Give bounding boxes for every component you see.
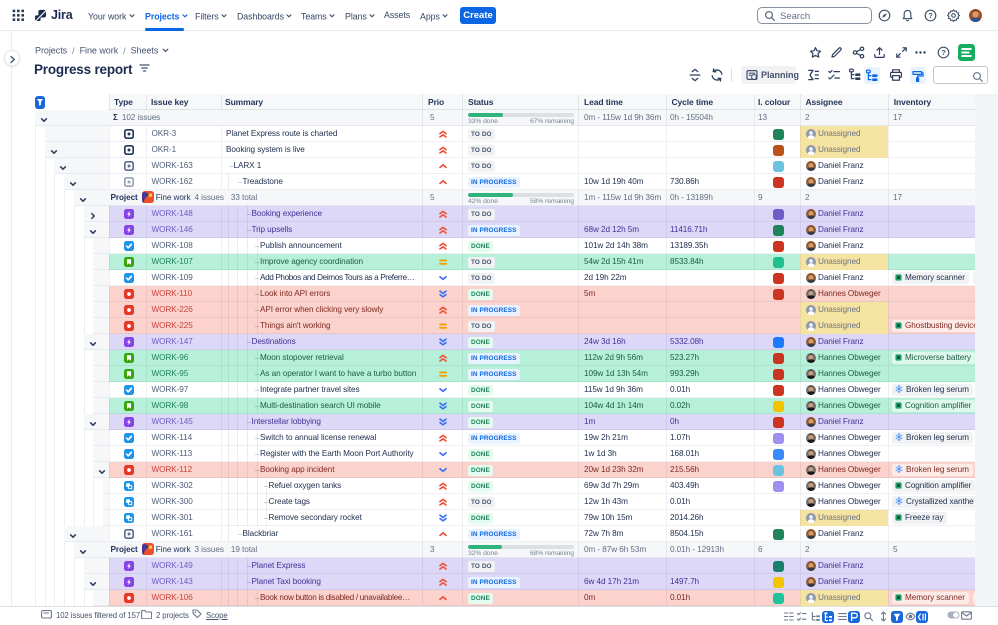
svg-text:?: ? — [928, 11, 933, 20]
svg-text:?: ? — [941, 48, 946, 57]
